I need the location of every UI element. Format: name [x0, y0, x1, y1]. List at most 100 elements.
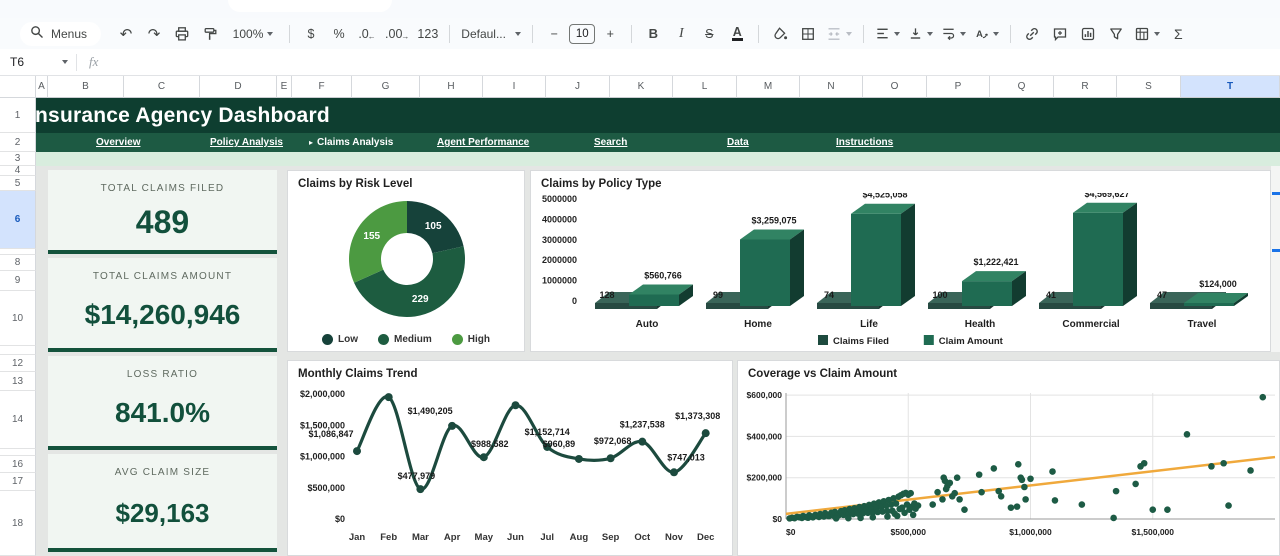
column-header-D[interactable]: D — [200, 76, 277, 98]
column-header-L[interactable]: L — [673, 76, 737, 98]
column-header-P[interactable]: P — [927, 76, 990, 98]
row-header-2[interactable]: 2 — [0, 133, 36, 152]
column-header-G[interactable]: G — [352, 76, 420, 98]
sheet-canvas[interactable]: Insurance Agency Dashboard Overview Polic… — [36, 98, 1280, 556]
insert-comment-button[interactable] — [1047, 22, 1073, 46]
column-header-J[interactable]: J — [546, 76, 610, 98]
chart-coverage-vs-claim-amount[interactable]: Coverage vs Claim Amount $0 $200,000 $400,0… — [737, 360, 1280, 556]
increase-decimals-button[interactable]: .00 → — [382, 22, 412, 46]
menus-button[interactable]: Menus — [20, 21, 102, 46]
column-header-B[interactable]: B — [48, 76, 124, 98]
column-header-O[interactable]: O — [863, 76, 927, 98]
row-header-12[interactable]: 12 — [0, 355, 36, 372]
chart-claims-by-risk-level[interactable]: Claims by Risk Level 105 229 155 Low Medium Hi… — [287, 170, 525, 352]
row-header-17[interactable]: 17 — [0, 473, 36, 491]
column-header-E[interactable]: E — [277, 76, 292, 98]
nav-tab-instructions[interactable]: Instructions — [836, 133, 893, 152]
column-header-F[interactable]: F — [292, 76, 352, 98]
data-point — [670, 468, 678, 477]
kpi-card-total-claims-filed[interactable]: TOTAL CLAIMS FILED 489 — [48, 170, 277, 254]
bar3d-svg: 5000000 4000000 3000000 2000000 1000000 0 128 $… — [542, 189, 1248, 347]
kpi-card-loss-ratio[interactable]: LOSS RATIO 841.0% — [48, 356, 277, 450]
scatter-point — [1018, 476, 1026, 484]
nav-tab-agent-performance[interactable]: Agent Performance — [437, 133, 529, 152]
column-header-R[interactable]: R — [1054, 76, 1117, 98]
row-header-3[interactable]: 3 — [0, 152, 36, 166]
nav-tab-overview[interactable]: Overview — [96, 133, 140, 152]
select-all-corner[interactable] — [0, 76, 36, 98]
fill-color-icon — [774, 26, 788, 39]
column-header-A[interactable]: A — [36, 76, 48, 98]
row-header-10[interactable]: 10 — [0, 291, 36, 346]
table-tools-button[interactable] — [1131, 22, 1163, 46]
claim-amount-label: $4,569,627 — [1084, 193, 1129, 199]
borders-button[interactable] — [795, 22, 821, 46]
text-wrap-button[interactable] — [938, 22, 969, 46]
row-header-5[interactable]: 5 — [0, 176, 36, 191]
decrease-font-size-button[interactable]: − — [541, 22, 567, 46]
chart-claims-by-policy-type[interactable]: Claims by Policy Type 5000000 4000000 30000… — [530, 170, 1271, 352]
redo-button[interactable]: ↷ — [141, 22, 167, 46]
zoom-control[interactable]: 100% — [225, 22, 281, 46]
category-label: Home — [744, 319, 772, 330]
claims-filed-count-label: 128 — [599, 290, 614, 300]
strikethrough-button[interactable]: S — [696, 22, 722, 46]
column-header-C[interactable]: C — [124, 76, 200, 98]
row-header-4[interactable]: 4 — [0, 166, 36, 176]
insert-link-button[interactable] — [1019, 22, 1045, 46]
vertical-align-button[interactable] — [905, 22, 936, 46]
chevron-down-icon — [515, 31, 522, 36]
italic-button[interactable]: I — [668, 22, 694, 46]
row-header-hidden[interactable] — [0, 346, 36, 355]
row-header-14[interactable]: 14 — [0, 391, 36, 449]
row-header-18[interactable]: 18 — [0, 491, 36, 556]
name-box[interactable]: T6 — [0, 55, 76, 69]
column-header-N[interactable]: N — [800, 76, 863, 98]
column-header-M[interactable]: M — [737, 76, 800, 98]
text-color-button[interactable]: A — [724, 22, 750, 46]
kpi-card-avg-claim-size[interactable]: AVG CLAIM SIZE $29,163 — [48, 454, 277, 552]
row-header-13[interactable]: 13 — [0, 372, 36, 391]
undo-button[interactable]: ↶ — [113, 22, 139, 46]
chart-monthly-claims-trend[interactable]: Monthly Claims Trend $2,000,000 $1,500,000… — [287, 360, 733, 556]
column-header-S[interactable]: S — [1117, 76, 1181, 98]
row-header-hidden[interactable] — [0, 449, 36, 456]
chart-title: Claims by Risk Level — [298, 178, 413, 190]
row-header-8[interactable]: 8 — [0, 255, 36, 271]
divider — [631, 24, 633, 43]
nav-tab-label: Policy Analysis — [210, 137, 283, 148]
chart-title: Claims by Policy Type — [541, 178, 662, 190]
column-header-K[interactable]: K — [610, 76, 673, 98]
row-header-9[interactable]: 9 — [0, 271, 36, 291]
nav-tab-policy-analysis[interactable]: Policy Analysis — [210, 133, 283, 152]
functions-button[interactable]: Σ — [1165, 22, 1191, 46]
nav-tab-data[interactable]: Data — [727, 133, 749, 152]
font-select[interactable]: Defaul... — [458, 22, 524, 46]
nav-tab-search[interactable]: Search — [594, 133, 627, 152]
merge-cells-button[interactable] — [823, 22, 855, 46]
y-axis-tick: $500,000 — [307, 483, 345, 493]
percent-format-button[interactable]: % — [326, 22, 352, 46]
paint-format-button[interactable] — [197, 22, 223, 46]
row-header-6[interactable]: 6 — [0, 191, 36, 249]
column-header-H[interactable]: H — [420, 76, 483, 98]
insert-chart-button[interactable] — [1075, 22, 1101, 46]
text-rotation-button[interactable]: A — [971, 22, 1002, 46]
horizontal-align-button[interactable] — [872, 22, 903, 46]
decrease-decimals-button[interactable]: .0 ← — [354, 22, 380, 46]
row-header-16[interactable]: 16 — [0, 456, 36, 473]
column-header-T[interactable]: T — [1181, 76, 1280, 98]
currency-format-button[interactable]: $ — [298, 22, 324, 46]
column-header-I[interactable]: I — [483, 76, 546, 98]
create-filter-button[interactable] — [1103, 22, 1129, 46]
font-size-input[interactable]: 10 — [569, 23, 596, 44]
increase-font-size-button[interactable]: + — [597, 22, 623, 46]
bold-button[interactable]: B — [640, 22, 666, 46]
print-button[interactable] — [169, 22, 195, 46]
column-header-Q[interactable]: Q — [990, 76, 1054, 98]
kpi-card-total-claims-amount[interactable]: TOTAL CLAIMS AMOUNT $14,260,946 — [48, 258, 277, 352]
fill-color-button[interactable] — [767, 22, 793, 46]
number-format-button[interactable]: 123 — [414, 22, 441, 46]
nav-tab-claims-analysis[interactable]: ▸ Claims Analysis — [309, 133, 393, 152]
row-header-1[interactable]: 1 — [0, 98, 36, 133]
